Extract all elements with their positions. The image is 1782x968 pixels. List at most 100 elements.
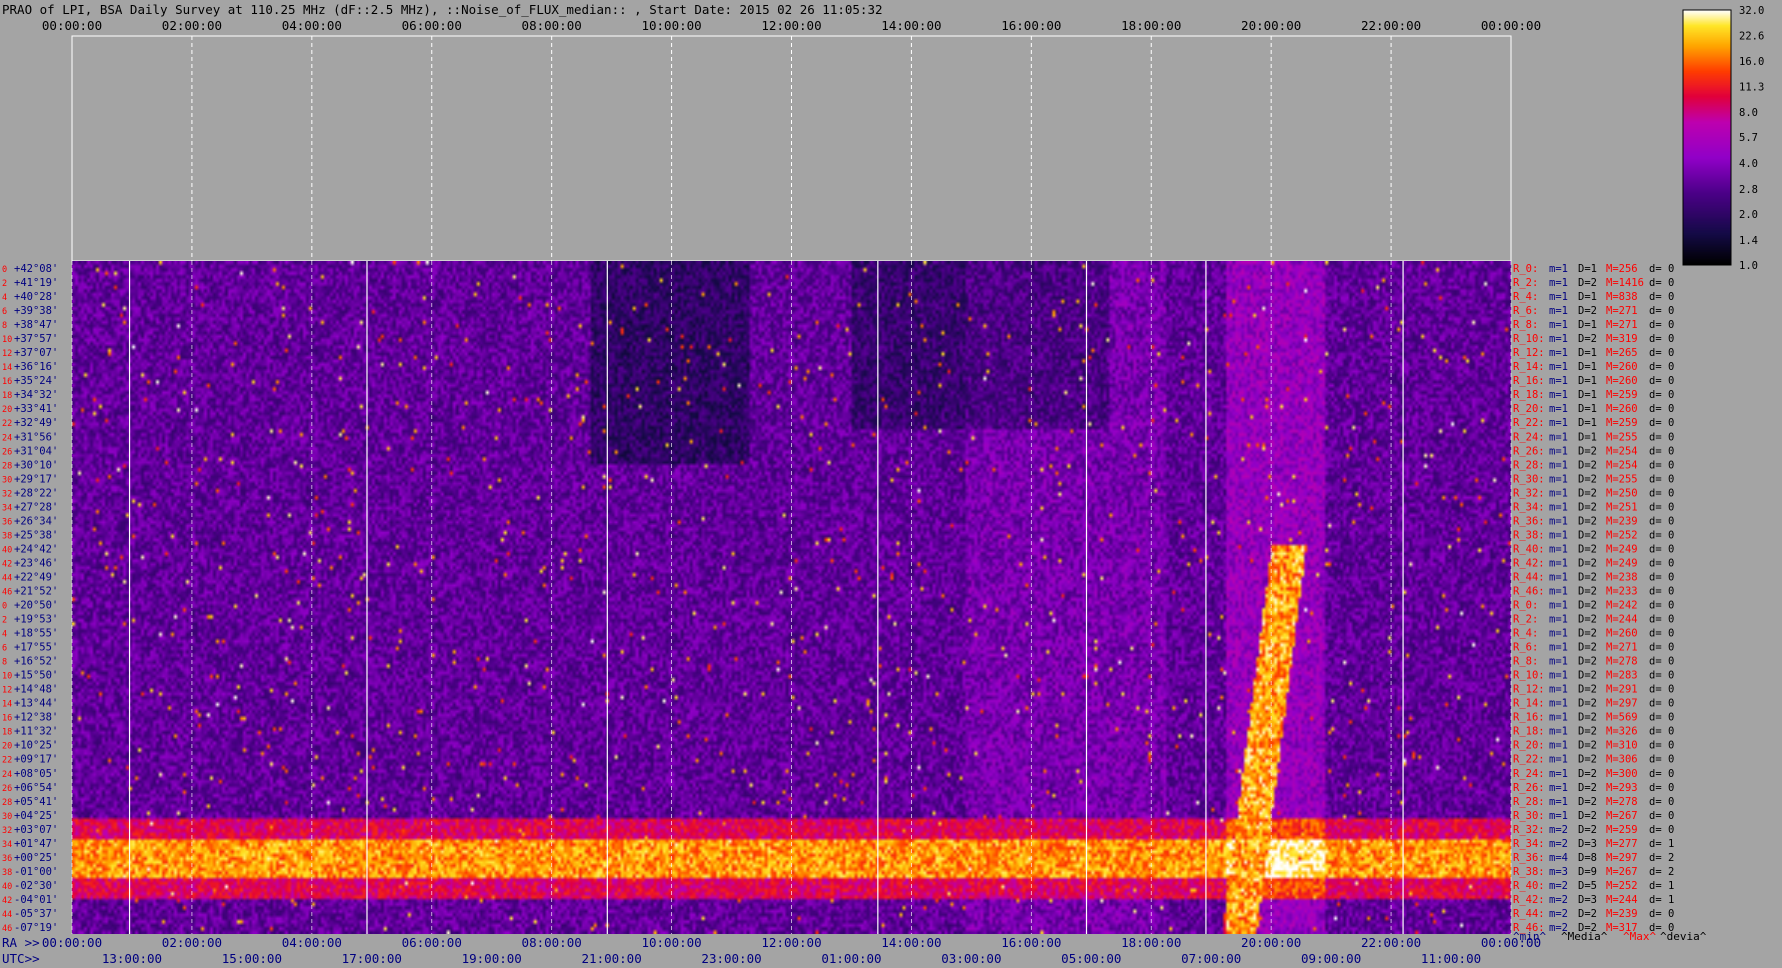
beam-number-label: 38	[2, 531, 12, 541]
row-stat-beam: R_24:	[1513, 768, 1545, 780]
row-stat-max: M=300	[1606, 768, 1638, 780]
row-stat-beam: R_42:	[1513, 894, 1545, 906]
row-stat-max: M=244	[1606, 614, 1638, 626]
row-stat-devia: d= 1	[1649, 838, 1674, 850]
declination-label: +05°41'	[14, 796, 58, 808]
row-stat-min: m=1	[1549, 712, 1568, 724]
ra-tick-label: 06:00:00	[402, 935, 462, 950]
declination-label: +08°05'	[14, 768, 58, 780]
row-stat-min: m=1	[1549, 389, 1568, 401]
row-stat-beam: R_4:	[1513, 628, 1538, 640]
row-stat-beam: R_16:	[1513, 712, 1545, 724]
beam-number-label: 8	[2, 658, 7, 668]
row-stat-devia: d= 0	[1649, 431, 1674, 443]
row-stat-max: M=283	[1606, 670, 1638, 682]
beam-number-label: 12	[2, 686, 12, 696]
declination-label: +10°25'	[14, 740, 58, 752]
row-stat-min: m=1	[1549, 291, 1568, 303]
declination-label: +35°24'	[14, 375, 58, 387]
row-stat-max: M=259	[1606, 824, 1638, 836]
top-tick-label: 18:00:00	[1121, 18, 1181, 33]
row-stat-media: D=2	[1578, 698, 1597, 710]
beam-number-label: 32	[2, 489, 12, 499]
row-stat-max: M=259	[1606, 389, 1638, 401]
row-stat-beam: R_34:	[1513, 501, 1545, 513]
row-stat-beam: R_8:	[1513, 656, 1538, 668]
row-stat-devia: d= 2	[1649, 866, 1674, 878]
row-stat-max: M=271	[1606, 319, 1638, 331]
row-stat-min: m=1	[1549, 754, 1568, 766]
row-stat-min: m=1	[1549, 487, 1568, 499]
colorbar-tick-label: 2.8	[1739, 184, 1758, 196]
beam-number-label: 20	[2, 742, 12, 752]
row-stat-min: m=1	[1549, 347, 1568, 359]
colorbar-tick-label: 1.4	[1739, 235, 1758, 247]
row-stat-max: M=254	[1606, 459, 1638, 471]
row-stat-media: D=2	[1578, 754, 1597, 766]
beam-number-label: 2	[2, 616, 7, 626]
row-stat-media: D=2	[1578, 515, 1597, 527]
row-stat-media: D=2	[1578, 642, 1597, 654]
beam-number-label: 22	[2, 419, 12, 429]
declination-label: +31°56'	[14, 431, 58, 443]
declination-label: +38°47'	[14, 319, 58, 331]
row-stat-devia: d= 0	[1649, 768, 1674, 780]
beam-number-label: 4	[2, 293, 7, 303]
row-stat-min: m=1	[1549, 501, 1568, 513]
row-stat-min: m=1	[1549, 571, 1568, 583]
row-stat-beam: R_28:	[1513, 459, 1545, 471]
row-stat-media: D=2	[1578, 796, 1597, 808]
beam-number-label: 34	[2, 840, 12, 850]
declination-label: +18°55'	[14, 628, 58, 640]
declination-label: +12°38'	[14, 712, 58, 724]
declination-label: +33°41'	[14, 403, 58, 415]
row-stat-media: D=2	[1578, 600, 1597, 612]
ra-tick-label: 08:00:00	[522, 935, 582, 950]
utc-tick-label: 15:00:00	[222, 951, 282, 966]
row-stat-devia: d= 0	[1649, 319, 1674, 331]
survey-chart: 00:00:00 02:00:00 04:00:00 06:00:00 08:00:00…	[2, 5, 1764, 966]
beam-number-label: 42	[2, 559, 12, 569]
row-stat-devia: d= 0	[1649, 375, 1674, 387]
row-stat-max: M=297	[1606, 852, 1638, 864]
utc-tick-label: 01:00:00	[821, 951, 881, 966]
row-stat-min: m=2	[1549, 908, 1568, 920]
row-stat-devia: d= 0	[1649, 712, 1674, 724]
declination-label: +37°07'	[14, 347, 58, 359]
row-stat-media: D=2	[1578, 557, 1597, 569]
row-stat-max: M=1416	[1606, 277, 1644, 289]
row-stat-max: M=310	[1606, 740, 1638, 752]
row-stat-media: D=2	[1578, 740, 1597, 752]
row-stat-max: M=252	[1606, 529, 1638, 541]
declination-label: -07°19'	[14, 922, 58, 934]
beam-number-label: 34	[2, 503, 12, 513]
row-stat-devia: d= 0	[1649, 515, 1674, 527]
row-stat-min: m=1	[1549, 375, 1568, 387]
declination-label: +03°07'	[14, 824, 58, 836]
ra-tick-label: 04:00:00	[282, 935, 342, 950]
top-tick-label: 14:00:00	[881, 18, 941, 33]
row-stat-min: m=1	[1549, 698, 1568, 710]
ra-tick-label: 02:00:00	[162, 935, 222, 950]
row-stat-devia: d= 0	[1649, 740, 1674, 752]
row-stat-devia: d= 0	[1649, 403, 1674, 415]
row-stat-devia: d= 0	[1649, 333, 1674, 345]
row-stat-devia: d= 0	[1649, 600, 1674, 612]
beam-number-label: 46	[2, 924, 12, 934]
beam-number-label: 30	[2, 475, 12, 485]
beam-number-label: 18	[2, 391, 12, 401]
row-stat-devia: d= 0	[1649, 642, 1674, 654]
utc-tick-label: 09:00:00	[1301, 951, 1361, 966]
row-stat-media: D=1	[1578, 263, 1597, 275]
row-stat-devia: d= 0	[1649, 361, 1674, 373]
row-stat-media: D=3	[1578, 838, 1597, 850]
row-stat-min: m=1	[1549, 403, 1568, 415]
row-stat-media: D=2	[1578, 614, 1597, 626]
row-stat-beam: R_2:	[1513, 614, 1538, 626]
row-stat-media: D=1	[1578, 403, 1597, 415]
row-stat-max: M=256	[1606, 263, 1638, 275]
row-stat-max: M=277	[1606, 838, 1638, 850]
declination-label: +42°08'	[14, 263, 58, 275]
beam-number-label: 12	[2, 349, 12, 359]
row-stat-beam: R_12:	[1513, 684, 1545, 696]
